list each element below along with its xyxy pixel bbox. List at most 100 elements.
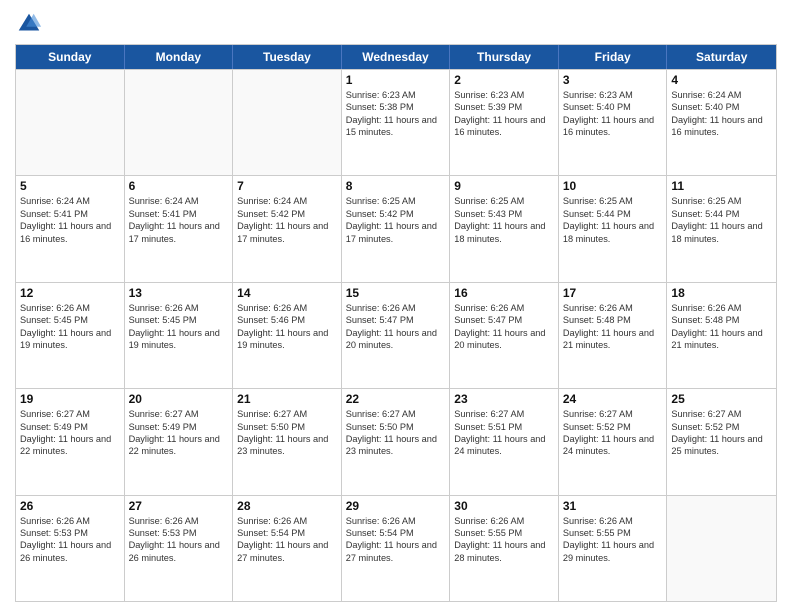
logo	[15, 10, 47, 38]
daylight-text: Daylight: 11 hours and 16 minutes.	[20, 220, 120, 245]
sunrise-text: Sunrise: 6:26 AM	[20, 302, 120, 314]
sunrise-text: Sunrise: 6:27 AM	[346, 408, 446, 420]
calendar-body: 1Sunrise: 6:23 AMSunset: 5:38 PMDaylight…	[16, 69, 776, 601]
sunset-text: Sunset: 5:48 PM	[671, 314, 772, 326]
day-number: 7	[237, 179, 337, 193]
sunset-text: Sunset: 5:43 PM	[454, 208, 554, 220]
daylight-text: Daylight: 11 hours and 15 minutes.	[346, 114, 446, 139]
sunset-text: Sunset: 5:42 PM	[237, 208, 337, 220]
calendar-header: SundayMondayTuesdayWednesdayThursdayFrid…	[16, 45, 776, 69]
sunrise-text: Sunrise: 6:26 AM	[454, 515, 554, 527]
sunset-text: Sunset: 5:44 PM	[671, 208, 772, 220]
day-number: 2	[454, 73, 554, 87]
calendar-cell-16: 16 Sunrise: 6:26 AMSunset: 5:47 PMDayligh…	[450, 283, 559, 388]
calendar-cell-8: 8Sunrise: 6:25 AMSunset: 5:42 PMDaylight…	[342, 176, 451, 281]
sunset-text: Sunset: 5:53 PM	[20, 527, 120, 539]
day-number: 17	[563, 286, 663, 300]
calendar-cell-6: 6Sunrise: 6:24 AMSunset: 5:41 PMDaylight…	[125, 176, 234, 281]
calendar-cell-24: 24Sunrise: 6:27 AMSunset: 5:52 PMDayligh…	[559, 389, 668, 494]
daylight-text: Daylight: 11 hours and 23 minutes.	[346, 433, 446, 458]
sunrise-text: Sunrise: 6:26 AM	[237, 302, 337, 314]
day-number: 14	[237, 286, 337, 300]
sunset-text: Sunset: 5:52 PM	[563, 421, 663, 433]
day-number: 24	[563, 392, 663, 406]
sunset-text: Sunset: 5:53 PM	[129, 527, 229, 539]
calendar-cell-27: 27Sunrise: 6:26 AMSunset: 5:53 PMDayligh…	[125, 496, 234, 601]
day-number: 25	[671, 392, 772, 406]
sunrise-text: Sunrise: 6:26 AM	[346, 302, 446, 314]
daylight-text: Daylight: 11 hours and 17 minutes.	[346, 220, 446, 245]
weekday-header-saturday: Saturday	[667, 45, 776, 69]
calendar-cell-empty-0-0	[16, 70, 125, 175]
sunrise-text: Sunrise: 6:24 AM	[20, 195, 120, 207]
weekday-header-tuesday: Tuesday	[233, 45, 342, 69]
calendar-row-0: 1Sunrise: 6:23 AMSunset: 5:38 PMDaylight…	[16, 69, 776, 175]
daylight-text: Daylight: 11 hours and 16 minutes.	[671, 114, 772, 139]
day-number: 20	[129, 392, 229, 406]
day-number: 3	[563, 73, 663, 87]
day-number: 12	[20, 286, 120, 300]
sunset-text: Sunset: 5:55 PM	[563, 527, 663, 539]
daylight-text: Daylight: 11 hours and 24 minutes.	[563, 433, 663, 458]
sunrise-text: Sunrise: 6:23 AM	[563, 89, 663, 101]
calendar-cell-18: 18Sunrise: 6:26 AMSunset: 5:48 PMDayligh…	[667, 283, 776, 388]
day-number: 16	[454, 286, 554, 300]
sunset-text: Sunset: 5:50 PM	[346, 421, 446, 433]
sunset-text: Sunset: 5:54 PM	[237, 527, 337, 539]
day-number: 11	[671, 179, 772, 193]
daylight-text: Daylight: 11 hours and 26 minutes.	[20, 539, 120, 564]
day-number: 30	[454, 499, 554, 513]
sunset-text: Sunset: 5:49 PM	[129, 421, 229, 433]
day-number: 10	[563, 179, 663, 193]
sunset-text: Sunset: 5:47 PM	[454, 314, 554, 326]
calendar-cell-5: 5Sunrise: 6:24 AMSunset: 5:41 PMDaylight…	[16, 176, 125, 281]
calendar-row-4: 26Sunrise: 6:26 AMSunset: 5:53 PMDayligh…	[16, 495, 776, 601]
day-number: 26	[20, 499, 120, 513]
calendar-cell-9: 9 Sunrise: 6:25 AMSunset: 5:43 PMDaylight…	[450, 176, 559, 281]
calendar-cell-12: 12 Sunrise: 6:26 AMSunset: 5:45 PMDayligh…	[16, 283, 125, 388]
sunset-text: Sunset: 5:55 PM	[454, 527, 554, 539]
daylight-text: Daylight: 11 hours and 18 minutes.	[454, 220, 554, 245]
daylight-text: Daylight: 11 hours and 19 minutes.	[20, 327, 120, 352]
sunset-text: Sunset: 5:50 PM	[237, 421, 337, 433]
sunrise-text: Sunrise: 6:26 AM	[563, 515, 663, 527]
sunrise-text: Sunrise: 6:25 AM	[454, 195, 554, 207]
day-number: 6	[129, 179, 229, 193]
sunset-text: Sunset: 5:45 PM	[20, 314, 120, 326]
day-number: 4	[671, 73, 772, 87]
daylight-text: Daylight: 11 hours and 18 minutes.	[671, 220, 772, 245]
calendar-cell-30: 30 Sunrise: 6:26 AMSunset: 5:55 PMDayligh…	[450, 496, 559, 601]
sunrise-text: Sunrise: 6:24 AM	[237, 195, 337, 207]
sunrise-text: Sunrise: 6:26 AM	[563, 302, 663, 314]
day-number: 15	[346, 286, 446, 300]
calendar-cell-31: 31 Sunrise: 6:26 AMSunset: 5:55 PMDayligh…	[559, 496, 668, 601]
calendar-row-2: 12Sunrise: 6:26 AMSunset: 5:45 PMDayligh…	[16, 282, 776, 388]
day-number: 31	[563, 499, 663, 513]
calendar-cell-13: 13Sunrise: 6:26 AMSunset: 5:45 PMDayligh…	[125, 283, 234, 388]
daylight-text: Daylight: 11 hours and 18 minutes.	[563, 220, 663, 245]
daylight-text: Daylight: 11 hours and 16 minutes.	[454, 114, 554, 139]
daylight-text: Daylight: 11 hours and 28 minutes.	[454, 539, 554, 564]
day-number: 1	[346, 73, 446, 87]
calendar-row-3: 19Sunrise: 6:27 AMSunset: 5:49 PMDayligh…	[16, 388, 776, 494]
daylight-text: Daylight: 11 hours and 25 minutes.	[671, 433, 772, 458]
sunrise-text: Sunrise: 6:27 AM	[454, 408, 554, 420]
sunrise-text: Sunrise: 6:26 AM	[129, 302, 229, 314]
sunrise-text: Sunrise: 6:25 AM	[671, 195, 772, 207]
daylight-text: Daylight: 11 hours and 29 minutes.	[563, 539, 663, 564]
sunset-text: Sunset: 5:48 PM	[563, 314, 663, 326]
logo-icon	[15, 10, 43, 38]
calendar-cell-19: 19Sunrise: 6:27 AMSunset: 5:49 PMDayligh…	[16, 389, 125, 494]
daylight-text: Daylight: 11 hours and 23 minutes.	[237, 433, 337, 458]
calendar-cell-11: 11 Sunrise: 6:25 AMSunset: 5:44 PMDayligh…	[667, 176, 776, 281]
calendar-cell-15: 15Sunrise: 6:26 AMSunset: 5:47 PMDayligh…	[342, 283, 451, 388]
sunrise-text: Sunrise: 6:25 AM	[563, 195, 663, 207]
daylight-text: Daylight: 11 hours and 20 minutes.	[454, 327, 554, 352]
daylight-text: Daylight: 11 hours and 17 minutes.	[129, 220, 229, 245]
daylight-text: Daylight: 11 hours and 17 minutes.	[237, 220, 337, 245]
day-number: 9	[454, 179, 554, 193]
calendar-cell-23: 23Sunrise: 6:27 AMSunset: 5:51 PMDayligh…	[450, 389, 559, 494]
sunrise-text: Sunrise: 6:26 AM	[454, 302, 554, 314]
sunrise-text: Sunrise: 6:26 AM	[346, 515, 446, 527]
day-number: 27	[129, 499, 229, 513]
